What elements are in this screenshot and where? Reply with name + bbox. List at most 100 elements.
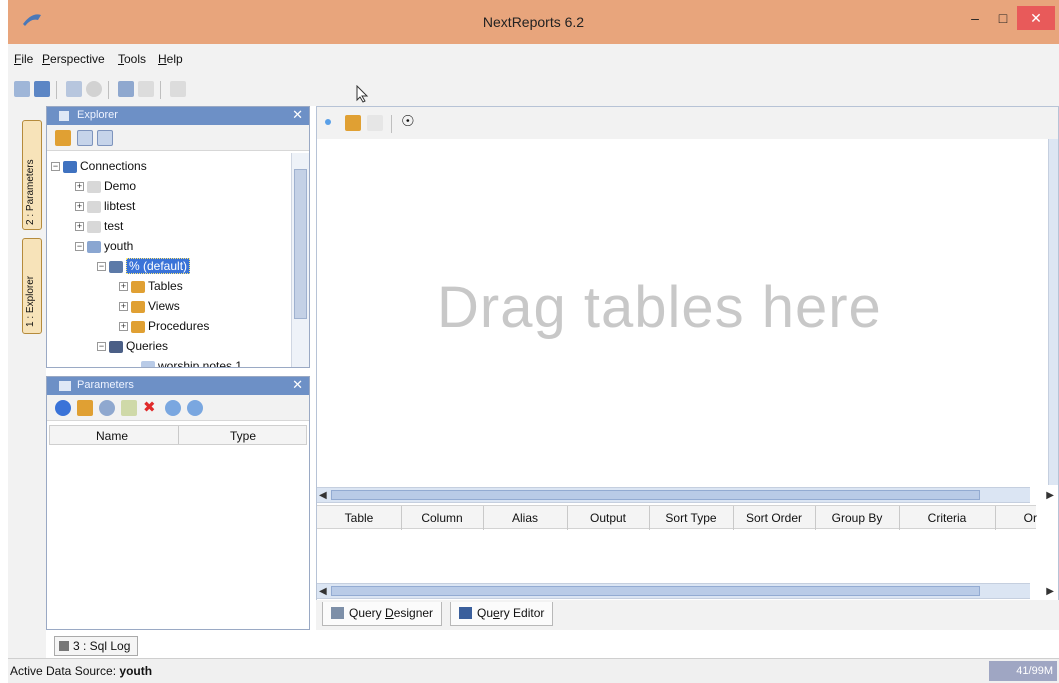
move-down-icon[interactable] <box>187 400 203 416</box>
tree-node-demo[interactable]: + Demo <box>75 177 136 195</box>
new-report-icon[interactable] <box>14 81 30 97</box>
tree-node-tables[interactable]: + Tables <box>119 277 183 295</box>
tree-node-libtest[interactable]: + libtest <box>75 197 135 215</box>
canvas-vertical-scrollbar[interactable] <box>1048 139 1058 485</box>
explorer-panel: Explorer ✕ − Connections + Demo + libtest +… <box>46 106 310 368</box>
tree-node-test[interactable]: + test <box>75 217 123 235</box>
add-table-icon[interactable] <box>345 115 361 131</box>
parameters-title: Parameters <box>77 379 134 391</box>
parameters-panel: Parameters ✕ ✖ Name Type <box>46 376 310 630</box>
sql-log-tab[interactable]: 3 : Sql Log <box>54 636 138 656</box>
disabled-tool-icon[interactable] <box>138 81 154 97</box>
explorer-scroll-thumb[interactable] <box>294 169 307 319</box>
status-bar: Active Data Source: youth 41/99M <box>8 658 1059 683</box>
column-header-alias[interactable]: Alias <box>483 511 567 525</box>
canvas-horizontal-scrollbar[interactable]: ◀ ▶ <box>317 487 1054 503</box>
scroll-right-icon[interactable]: ▶ <box>1046 490 1054 501</box>
parameters-header: Parameters ✕ <box>47 377 309 395</box>
database-icon <box>87 180 101 193</box>
column-header-column[interactable]: Column <box>401 511 483 525</box>
mouse-cursor-icon <box>356 85 369 103</box>
menu-file[interactable]: File <box>14 52 33 66</box>
menu-bar: File Perspective Tools Help <box>8 44 1059 76</box>
menu-perspective[interactable]: Perspective <box>42 52 105 66</box>
scroll-left-icon[interactable]: ◀ <box>319 490 327 501</box>
menu-help[interactable]: Help <box>158 52 183 66</box>
column-header-or[interactable]: Or <box>995 511 1037 525</box>
side-tab-parameters[interactable]: 2 : Parameters <box>22 120 42 230</box>
close-button[interactable]: ✕ <box>1017 6 1055 30</box>
database-icon <box>87 220 101 233</box>
tree-node-default-schema[interactable]: −% (default) <box>97 257 191 275</box>
folder-icon <box>131 300 145 313</box>
explorer-scrollbar[interactable] <box>291 153 309 367</box>
drag-hint-text: Drag tables here <box>437 275 882 340</box>
dot-icon[interactable] <box>325 119 331 125</box>
collapse-all-icon[interactable] <box>97 130 113 146</box>
editor-tab-icon <box>459 607 472 619</box>
toolbar-separator <box>108 81 109 99</box>
grid-horizontal-scrollbar[interactable]: ◀ ▶ <box>317 583 1054 599</box>
publish-icon[interactable] <box>170 81 186 97</box>
query-designer: ☉ Drag tables here ◀ ▶ ▲▼ Table Column A… <box>316 106 1059 630</box>
drop-canvas[interactable]: Drag tables here <box>317 139 1048 485</box>
side-tab-explorer[interactable]: 1 : Explorer <box>22 238 42 334</box>
menu-tools[interactable]: Tools <box>118 52 146 66</box>
column-header-criteria[interactable]: Criteria <box>899 511 995 525</box>
main-toolbar <box>8 76 1059 106</box>
parameters-toolbar: ✖ <box>47 395 309 421</box>
window-title: NextReports 6.2 <box>482 14 585 30</box>
column-header-name[interactable]: Name <box>96 429 128 443</box>
canvas-scroll-thumb[interactable] <box>331 490 980 500</box>
memory-indicator[interactable]: 41/99M <box>989 661 1057 681</box>
save-icon[interactable] <box>34 81 50 97</box>
explorer-tree: − Connections + Demo + libtest + test − youth… <box>51 153 289 367</box>
tab-query-editor[interactable]: Query Editor <box>450 602 554 626</box>
column-header-type[interactable]: Type <box>230 429 256 443</box>
tree-node-connections[interactable]: − Connections <box>51 157 147 175</box>
explorer-toolbar <box>47 125 309 151</box>
tree-node-procedures[interactable]: + Procedures <box>119 317 209 335</box>
tree-node-youth[interactable]: − youth <box>75 237 133 255</box>
import-parameter-icon[interactable] <box>121 400 137 416</box>
minimize-button[interactable]: – <box>961 6 989 30</box>
explorer-icon <box>59 111 69 121</box>
column-divider <box>178 426 179 444</box>
edit-parameter-icon[interactable] <box>77 400 93 416</box>
delete-icon[interactable]: ✖ <box>143 398 156 416</box>
column-header-output[interactable]: Output <box>567 511 649 525</box>
tree-node-query-item[interactable]: worship notes 1 <box>141 357 242 367</box>
layout-icon[interactable] <box>66 81 82 97</box>
clear-icon[interactable] <box>367 115 383 131</box>
column-header-group-by[interactable]: Group By <box>815 511 899 525</box>
column-header-table[interactable]: Table <box>317 511 401 525</box>
grid-scroll-thumb[interactable] <box>331 586 980 596</box>
log-icon <box>59 641 69 651</box>
designer-tabs: Query Designer Query Editor <box>316 600 1059 630</box>
designer-icon[interactable] <box>118 81 134 97</box>
queries-icon <box>109 340 123 353</box>
move-up-icon[interactable] <box>165 400 181 416</box>
tab-query-designer[interactable]: Query Designer <box>322 602 443 626</box>
column-header-sort-order[interactable]: Sort Order <box>733 511 815 525</box>
tree-node-views[interactable]: + Views <box>119 297 180 315</box>
view-parameter-icon[interactable] <box>99 400 115 416</box>
panel-close-icon[interactable]: ✕ <box>292 107 303 123</box>
maximize-button[interactable]: □ <box>989 6 1017 30</box>
run-query-icon[interactable]: ☉ <box>401 112 414 130</box>
add-connection-icon[interactable] <box>55 130 71 146</box>
tree-node-queries[interactable]: − Queries <box>97 337 168 355</box>
parameters-icon <box>59 381 71 391</box>
run-icon[interactable] <box>86 81 102 97</box>
toolbar-separator <box>391 115 392 133</box>
column-header-sort-type[interactable]: Sort Type <box>649 511 733 525</box>
expand-all-icon[interactable] <box>77 130 93 146</box>
scroll-right-icon[interactable]: ▶ <box>1046 586 1054 597</box>
panel-close-icon[interactable]: ✕ <box>292 377 303 393</box>
add-parameter-icon[interactable] <box>55 400 71 416</box>
scroll-left-icon[interactable]: ◀ <box>319 586 327 597</box>
database-icon <box>87 200 101 213</box>
folder-icon <box>131 280 145 293</box>
title-bar: NextReports 6.2 – □ ✕ <box>8 0 1059 44</box>
designer-toolbar: ☉ <box>317 107 1058 139</box>
